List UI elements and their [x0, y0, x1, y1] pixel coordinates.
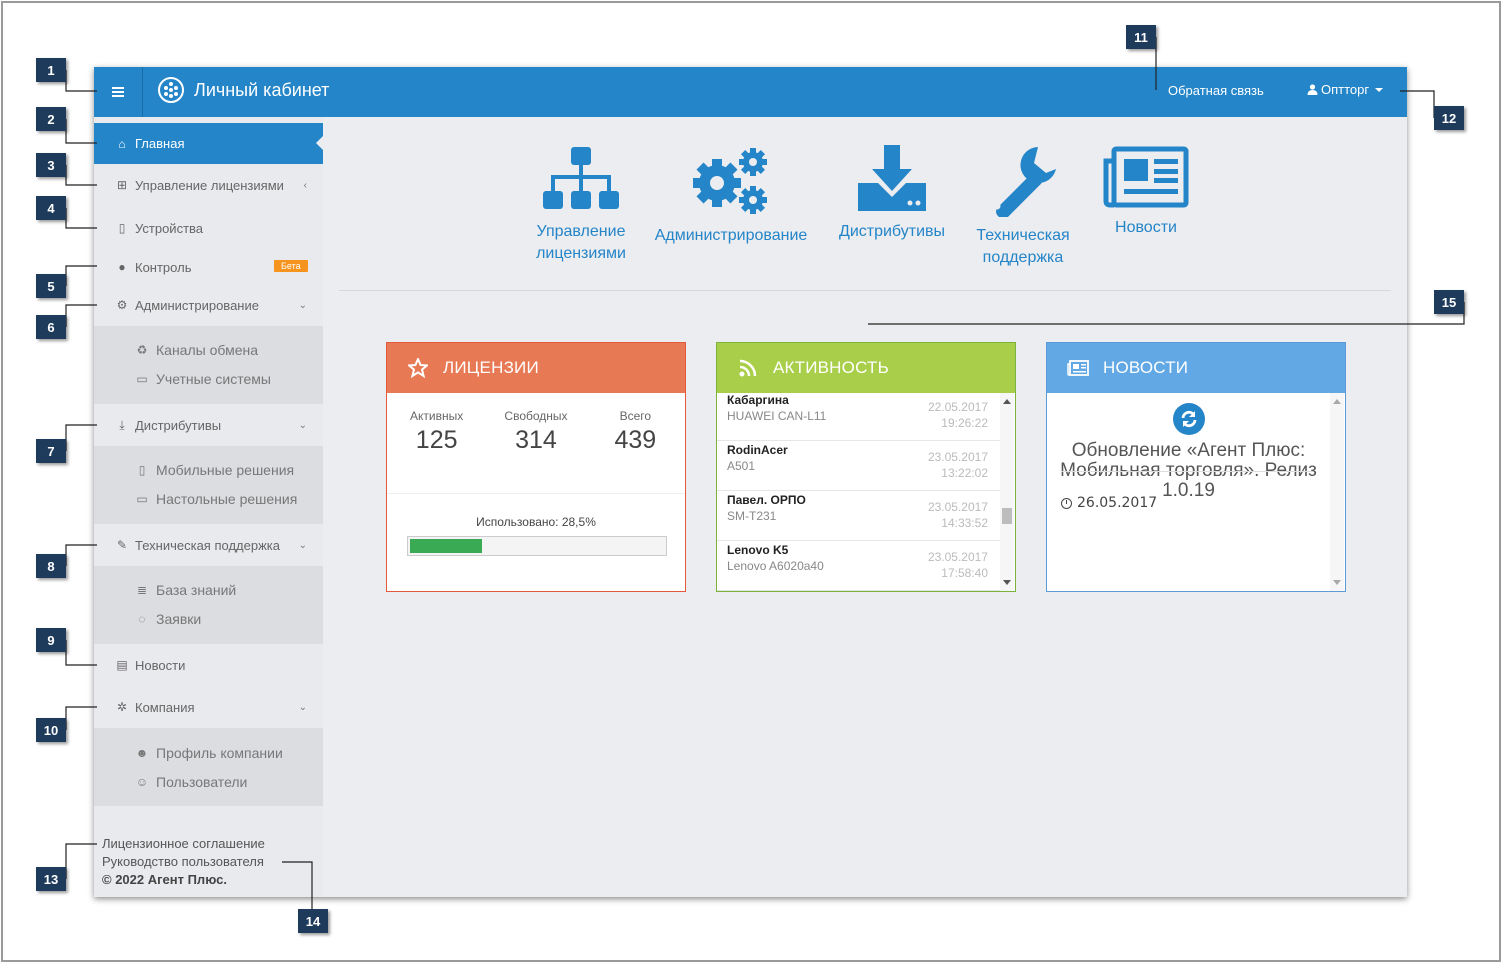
callout-badge: 11 — [1126, 25, 1156, 49]
callout-badge: 8 — [36, 554, 66, 578]
callout-badge: 9 — [36, 628, 66, 652]
callout-badge: 7 — [36, 439, 66, 463]
callout-badge: 10 — [36, 718, 66, 742]
callout-badge: 1 — [36, 58, 66, 82]
callout-connectors — [65, 37, 1465, 921]
callout-badge: 6 — [36, 315, 66, 339]
callout-badge: 3 — [36, 153, 66, 177]
callout-badge: 2 — [36, 107, 66, 131]
callout-badge: 5 — [36, 274, 66, 298]
callout-badge: 14 — [298, 909, 328, 933]
callout-badge: 15 — [1434, 290, 1464, 314]
callout-badge: 4 — [36, 196, 66, 220]
callout-badge: 13 — [36, 867, 66, 891]
callout-badge: 12 — [1434, 106, 1464, 130]
